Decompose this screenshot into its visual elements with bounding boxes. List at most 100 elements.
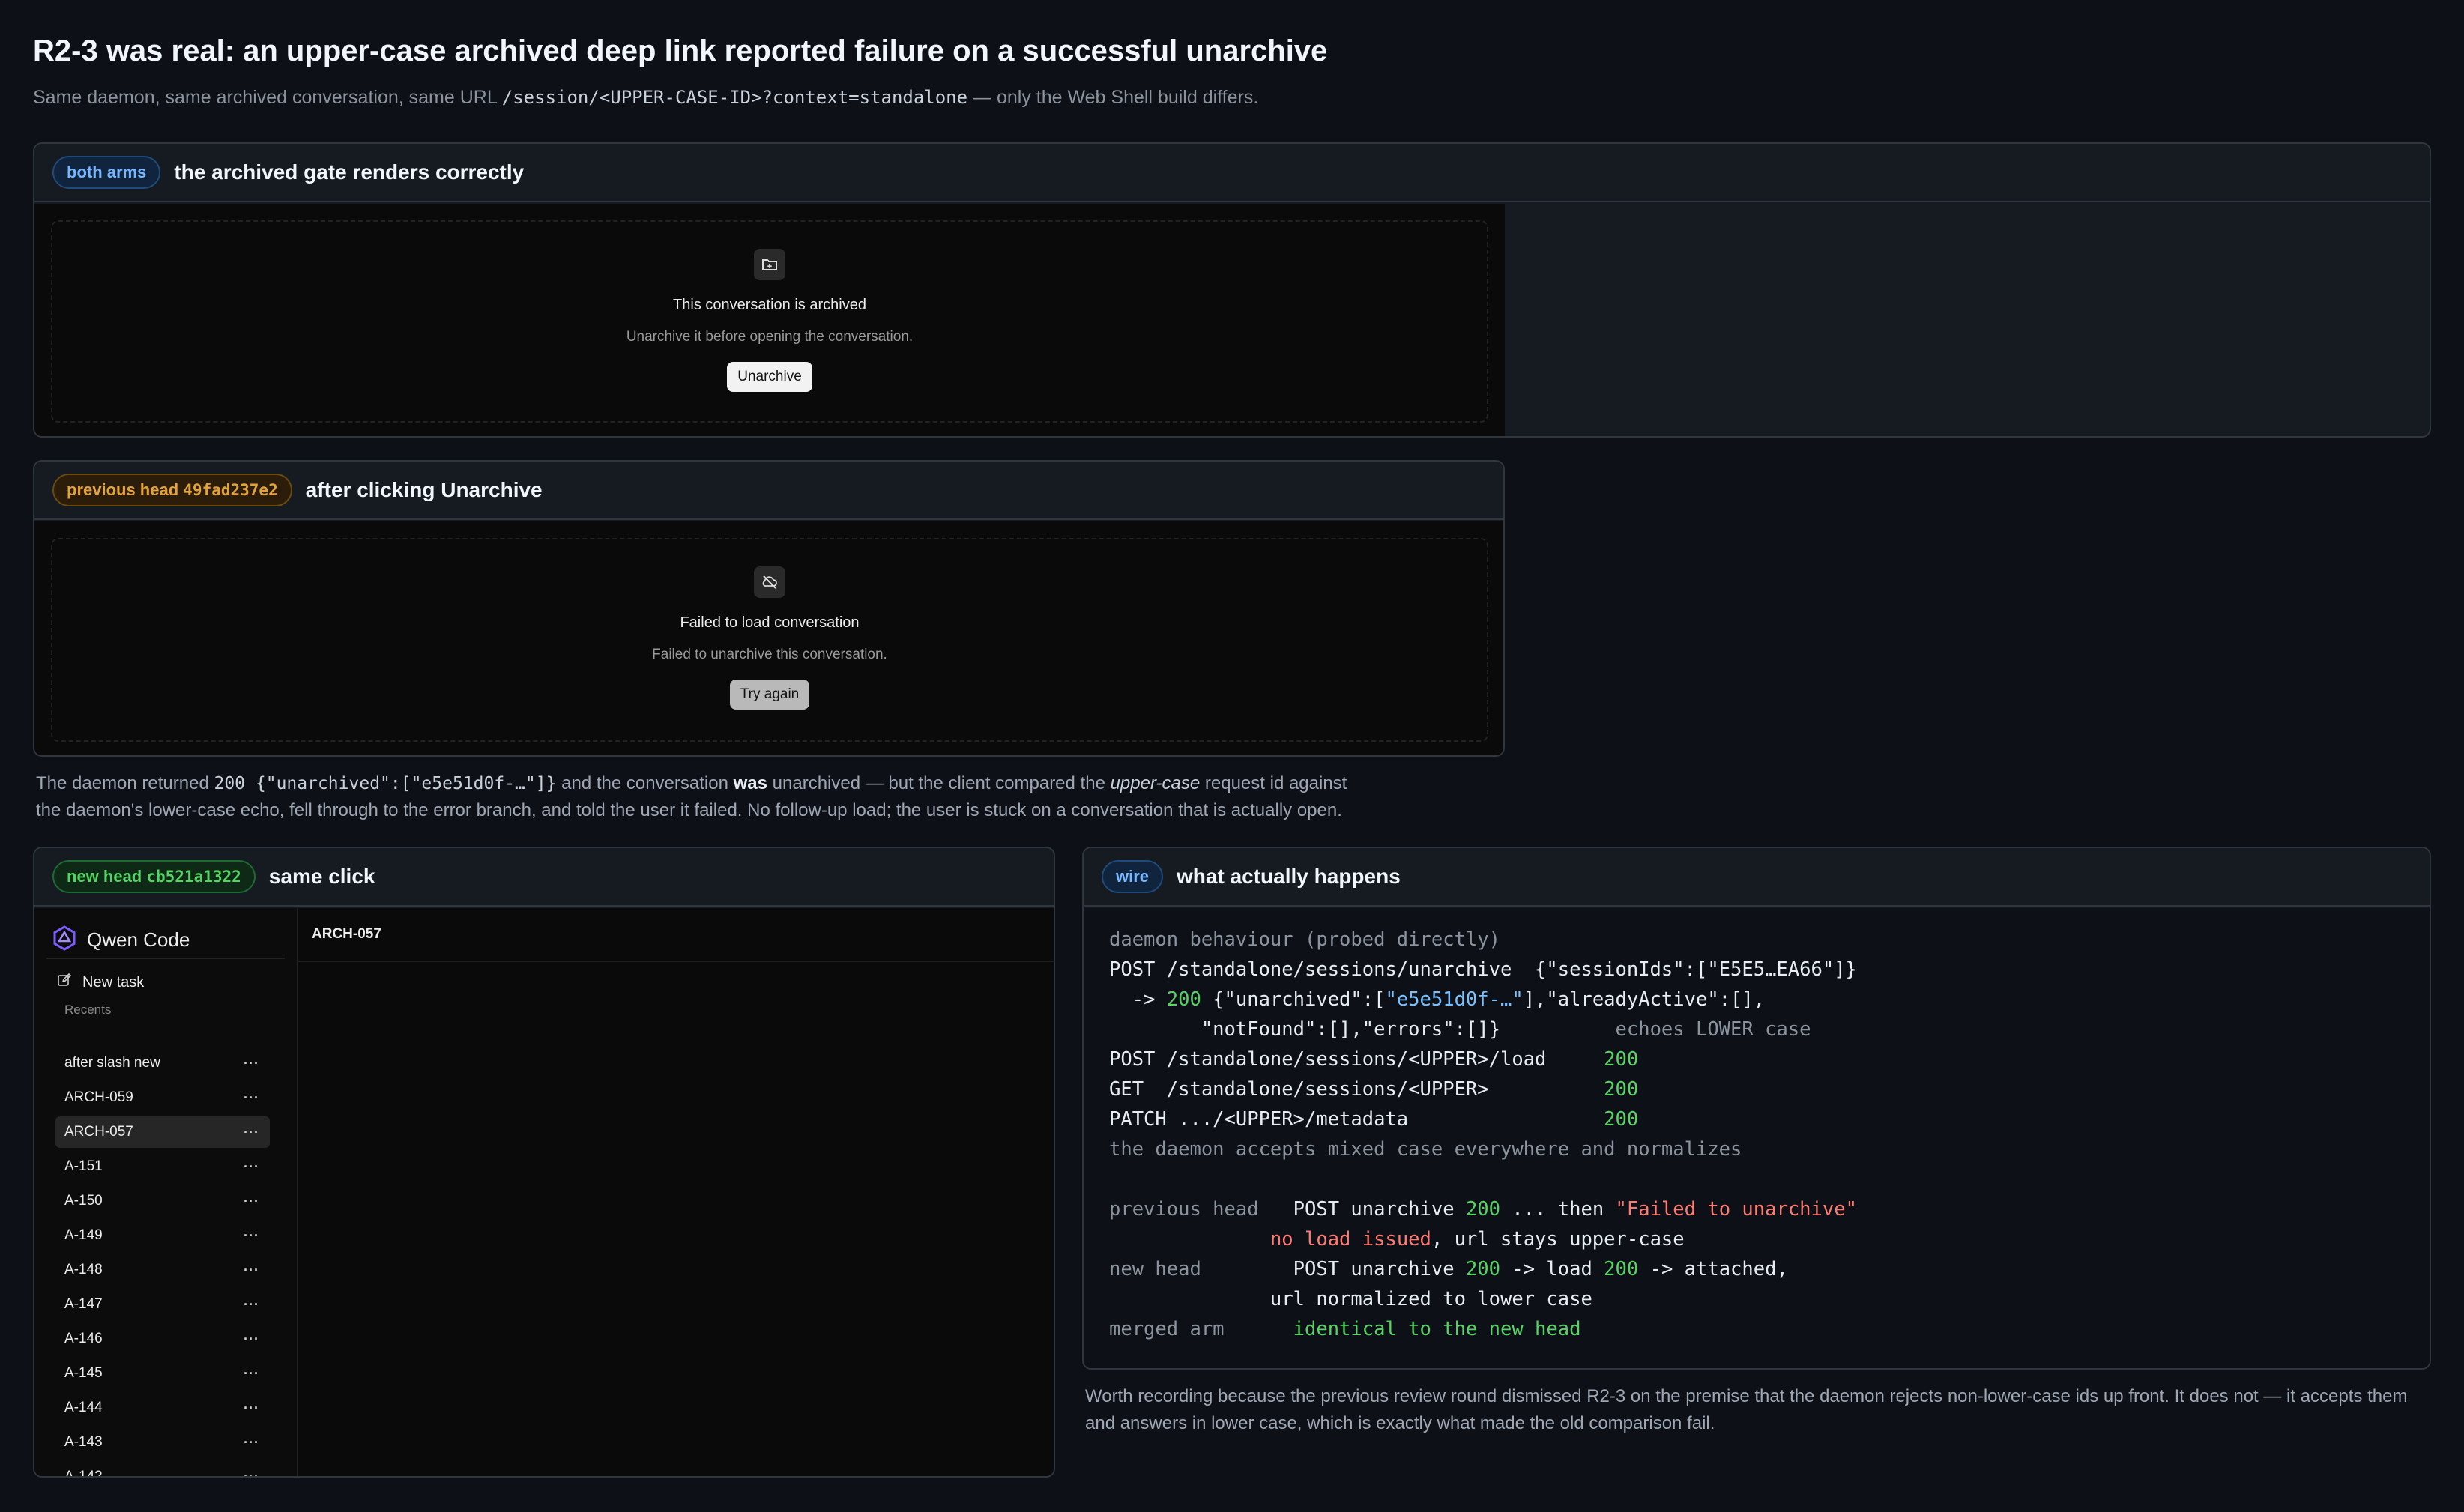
explanation-line-2: the daemon's lower-case echo, fell throu… bbox=[36, 800, 1342, 820]
more-options-icon[interactable]: ··· bbox=[244, 1090, 259, 1106]
sidebar-item[interactable]: A-146 ··· bbox=[55, 1323, 270, 1355]
wire-log-segment: 200 bbox=[1166, 988, 1201, 1011]
wire-log-line: GET /standalone/sessions/<UPPER> 200 bbox=[1109, 1074, 1857, 1104]
wire-log-line: url normalized to lower case bbox=[1109, 1284, 1857, 1314]
wire-log-segment: daemon behaviour (probed directly) bbox=[1109, 928, 1500, 951]
page-subtitle: Same daemon, same archived conversation,… bbox=[33, 87, 1258, 109]
sidebar-item[interactable]: ARCH-057 ··· bbox=[55, 1116, 270, 1148]
new-task-label: New task bbox=[82, 973, 145, 991]
badge-previous-head: previous head 49fad237e2 bbox=[52, 474, 292, 506]
sidebar-item[interactable]: ARCH-059 ··· bbox=[55, 1082, 270, 1113]
wire-log-segment: PATCH .../<UPPER>/metadata bbox=[1109, 1108, 1604, 1131]
footer-line-1: Worth recording because the previous rev… bbox=[1085, 1386, 2408, 1406]
page-title: R2-3 was real: an upper-case archived de… bbox=[33, 34, 1328, 67]
wire-log-segment: echoes LOWER case bbox=[1615, 1018, 1811, 1041]
app-sidebar: Qwen Code New task Recents after slash n… bbox=[34, 908, 298, 1478]
wire-log-segment: merged arm bbox=[1109, 1318, 1293, 1340]
recents-list: after slash new ··· ARCH-059 ··· ARCH-057 ···… bbox=[55, 1047, 270, 1478]
sidebar-item[interactable]: A-142 ··· bbox=[55, 1461, 270, 1478]
wire-log-segment: "Failed to unarchive" bbox=[1615, 1198, 1857, 1221]
wire-log-segment: 200 bbox=[1465, 1198, 1500, 1221]
archived-heading: This conversation is archived bbox=[673, 297, 866, 313]
more-options-icon[interactable]: ··· bbox=[244, 1194, 259, 1209]
explanation-italic: upper-case bbox=[1110, 773, 1201, 793]
wire-log-segment: no load issued bbox=[1269, 1228, 1431, 1251]
brand: Qwen Code bbox=[34, 908, 297, 958]
sidebar-item-label: A-149 bbox=[64, 1227, 103, 1243]
sidebar-item-label: A-143 bbox=[64, 1434, 103, 1450]
more-options-icon[interactable]: ··· bbox=[244, 1125, 259, 1140]
wire-log-segment: POST unarchive bbox=[1293, 1198, 1466, 1221]
badge-hash: 49fad237e2 bbox=[183, 481, 278, 499]
panel-title: same click bbox=[268, 865, 375, 888]
more-options-icon[interactable]: ··· bbox=[244, 1228, 259, 1244]
wire-log-line: POST /standalone/sessions/unarchive {"se… bbox=[1109, 955, 1857, 985]
archived-message: Unarchive it before opening the conversa… bbox=[626, 329, 914, 345]
wire-log-segment: previous head bbox=[1109, 1198, 1293, 1221]
more-options-icon[interactable]: ··· bbox=[244, 1435, 259, 1451]
sidebar-item-label: A-145 bbox=[64, 1365, 103, 1381]
wire-log-segment: {"unarchived":[ bbox=[1201, 988, 1386, 1011]
sidebar-item-label: A-144 bbox=[64, 1400, 103, 1415]
sidebar-item[interactable]: A-151 ··· bbox=[55, 1151, 270, 1182]
more-options-icon[interactable]: ··· bbox=[244, 1469, 259, 1477]
panel-new-head: new head cb521a1322 same click Qwen Code… bbox=[33, 847, 1055, 1478]
sidebar-item-label: A-142 bbox=[64, 1469, 103, 1478]
wire-log-line: daemon behaviour (probed directly) bbox=[1109, 925, 1857, 955]
wire-log-segment: POST /standalone/sessions/<UPPER>/load bbox=[1109, 1048, 1604, 1071]
sidebar-item-label: A-146 bbox=[64, 1331, 103, 1346]
sidebar-item[interactable]: A-148 ··· bbox=[55, 1254, 270, 1286]
wire-log-line: previous head POST unarchive 200 ... the… bbox=[1109, 1194, 1857, 1224]
wire-log-segment: GET /standalone/sessions/<UPPER> bbox=[1109, 1078, 1604, 1101]
panel-wire: wire what actually happens daemon behavi… bbox=[1082, 847, 2431, 1370]
more-options-icon[interactable]: ··· bbox=[244, 1262, 259, 1278]
badge-wire: wire bbox=[1102, 860, 1164, 893]
app-screenshot: Qwen Code New task Recents after slash n… bbox=[34, 908, 1054, 1478]
more-options-icon[interactable]: ··· bbox=[244, 1366, 259, 1382]
footer-line-2: and answers in lower case, which is exac… bbox=[1085, 1413, 1715, 1433]
more-options-icon[interactable]: ··· bbox=[244, 1331, 259, 1347]
sidebar-item[interactable]: A-147 ··· bbox=[55, 1289, 270, 1320]
wire-log-segment: POST unarchive bbox=[1293, 1258, 1466, 1280]
sidebar-item[interactable]: after slash new ··· bbox=[55, 1047, 270, 1079]
badge-both-arms: both arms bbox=[52, 156, 161, 189]
sidebar-item[interactable]: A-145 ··· bbox=[55, 1358, 270, 1389]
wire-log-segment: 200 bbox=[1604, 1048, 1639, 1071]
wire-log-segment: the daemon accepts mixed case everywhere… bbox=[1109, 1138, 1742, 1161]
failed-heading: Failed to load conversation bbox=[680, 614, 860, 631]
badge-hash: cb521a1322 bbox=[146, 868, 241, 886]
sidebar-item[interactable]: A-143 ··· bbox=[55, 1427, 270, 1458]
more-options-icon[interactable]: ··· bbox=[244, 1159, 259, 1175]
badge-label: new head bbox=[67, 867, 147, 886]
new-task-button[interactable]: New task bbox=[34, 959, 297, 992]
sidebar-item-label: A-151 bbox=[64, 1158, 103, 1174]
sidebar-item[interactable]: A-149 ··· bbox=[55, 1220, 270, 1251]
panel-title: after clicking Unarchive bbox=[305, 478, 543, 501]
wire-log-segment bbox=[1109, 1228, 1270, 1251]
wire-log-line: the daemon accepts mixed case everywhere… bbox=[1109, 1134, 1857, 1164]
sidebar-item[interactable]: A-150 ··· bbox=[55, 1185, 270, 1217]
wire-log-line: no load issued, url stays upper-case bbox=[1109, 1224, 1857, 1254]
more-options-icon[interactable]: ··· bbox=[244, 1400, 259, 1416]
wire-log-segment: POST /standalone/sessions/unarchive {"se… bbox=[1109, 958, 1857, 981]
wire-log-line bbox=[1109, 1164, 1857, 1194]
more-options-icon[interactable]: ··· bbox=[244, 1056, 259, 1071]
failed-load-state: Failed to load conversation Failed to un… bbox=[51, 538, 1488, 742]
wire-log: daemon behaviour (probed directly) POST /… bbox=[1109, 925, 1857, 1344]
panel-title: the archived gate renders correctly bbox=[174, 160, 525, 184]
brand-name: Qwen Code bbox=[87, 928, 190, 951]
unarchive-button[interactable]: Unarchive bbox=[727, 362, 812, 392]
recents-label: Recents bbox=[64, 1003, 112, 1017]
panel-header: new head cb521a1322 same click bbox=[34, 848, 1054, 907]
panel-header: both arms the archived gate renders corr… bbox=[34, 144, 2430, 202]
cloud-off-icon bbox=[754, 566, 785, 598]
try-again-button[interactable]: Try again bbox=[729, 680, 810, 710]
sidebar-item-label: after slash new bbox=[64, 1055, 160, 1071]
archived-gate-screenshot: This conversation is archived Unarchive … bbox=[34, 204, 1505, 436]
sidebar-item-label: A-150 bbox=[64, 1193, 103, 1209]
wire-log-segment: -> load bbox=[1500, 1258, 1604, 1280]
more-options-icon[interactable]: ··· bbox=[244, 1297, 259, 1313]
wire-log-segment: , url stays upper-case bbox=[1431, 1228, 1685, 1251]
sidebar-item[interactable]: A-144 ··· bbox=[55, 1392, 270, 1424]
wire-log-segment: "notFound":[],"errors":[]} bbox=[1109, 1018, 1616, 1041]
